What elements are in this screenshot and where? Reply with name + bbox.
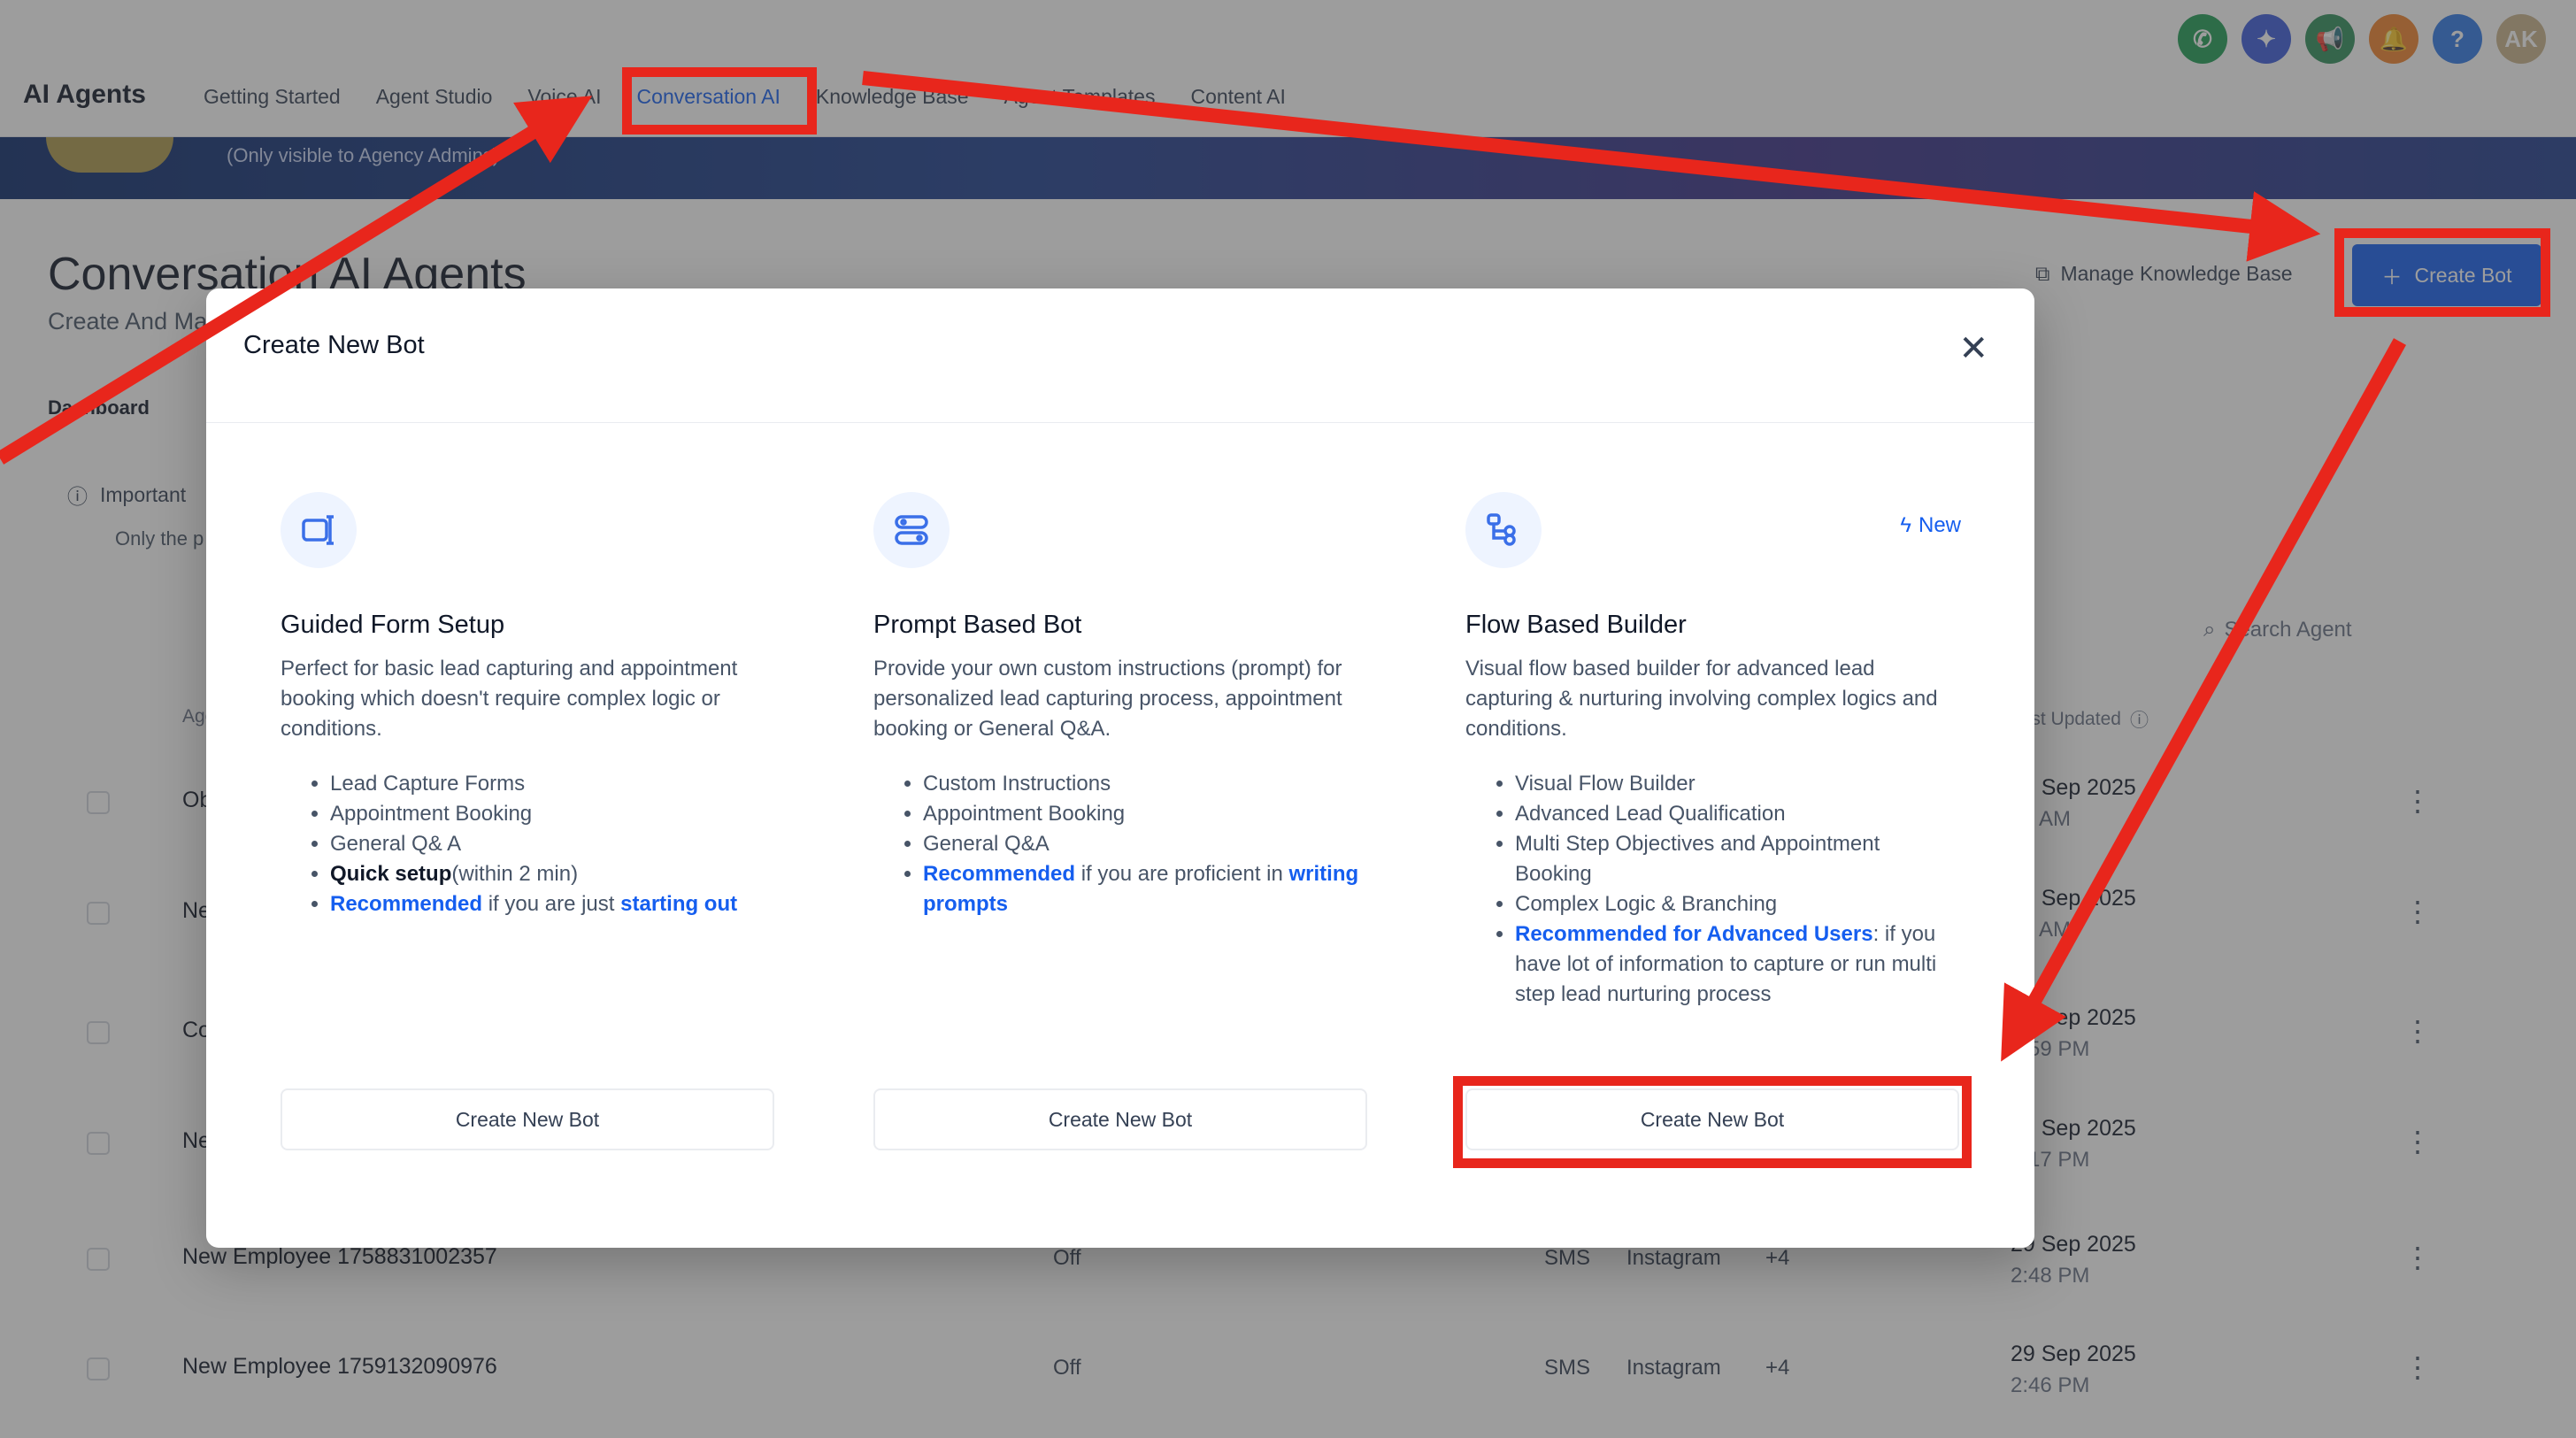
- arrow-to-flow-builder-button: [2001, 338, 2406, 1062]
- arrow-to-create-bot: [862, 71, 2321, 262]
- annotation-arrows: [0, 71, 2406, 1062]
- arrow-to-conversation-ai: [0, 96, 593, 465]
